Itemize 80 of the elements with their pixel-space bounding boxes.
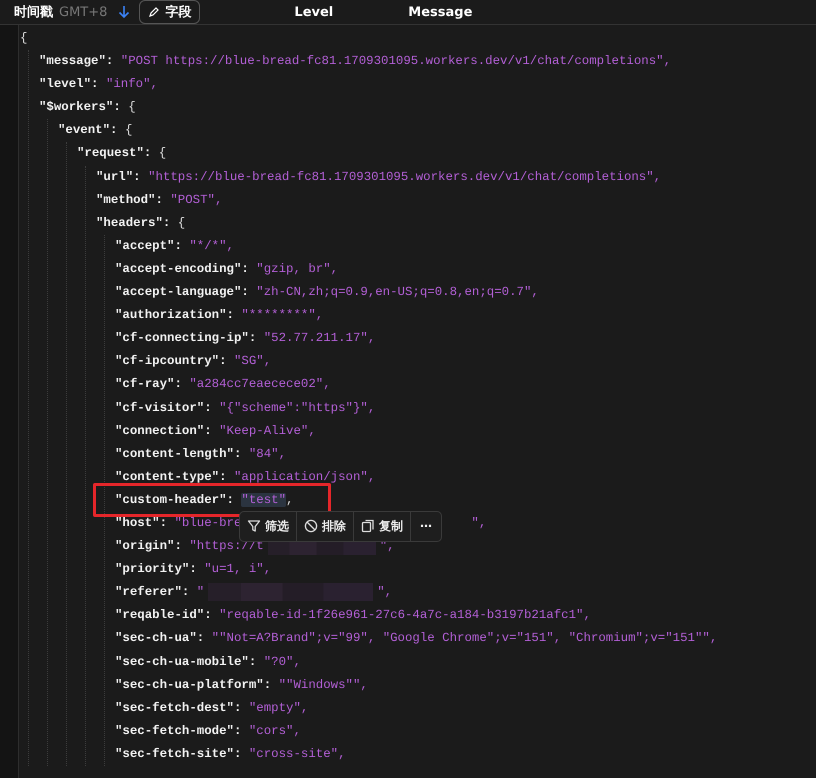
json-key: "sec-fetch-mode": <box>115 724 242 738</box>
json-brace: { <box>20 31 28 45</box>
json-key: "content-type": <box>115 470 227 484</box>
json-value[interactable]: "test" <box>241 492 286 507</box>
json-punctuation: , <box>286 492 294 507</box>
json-value[interactable]: "empty", <box>248 700 308 715</box>
sort-down-icon[interactable] <box>117 5 132 19</box>
json-value[interactable]: "84", <box>248 446 286 461</box>
pencil-icon <box>148 6 160 18</box>
json-key: "level": <box>39 77 98 92</box>
json-value[interactable]: ""Windows"", <box>278 678 368 692</box>
json-brace: { <box>128 100 136 114</box>
json-key: "event": <box>58 123 118 138</box>
json-key: "sec-ch-ua": <box>115 631 204 646</box>
json-value[interactable]: "********", <box>241 308 324 322</box>
timestamp-label: 时间戳 <box>14 4 53 21</box>
json-value[interactable]: "POST https://blue-bread-fc81.1709301095.workers.dev/v1/chat/completions", <box>120 54 672 68</box>
json-key: "connection": <box>115 424 212 438</box>
json-key: "cf-visitor": <box>115 400 212 414</box>
json-value[interactable]: "POST", <box>170 192 222 207</box>
json-key: "accept-encoding": <box>115 262 249 276</box>
json-value[interactable]: "SG", <box>234 354 272 368</box>
json-value[interactable]: "info", <box>106 77 158 92</box>
timezone-label: GMT+8 <box>59 4 108 20</box>
menu-item[interactable]: 排除 <box>297 512 354 541</box>
menu-item[interactable]: ⋯ <box>411 512 441 541</box>
json-key: "sec-ch-ua-platform": <box>115 678 272 692</box>
menu-item[interactable]: 筛选 <box>240 512 297 541</box>
json-value[interactable]: "*/*", <box>189 238 234 253</box>
json-key: "referer": <box>115 585 190 600</box>
json-value[interactable]: "a284cc7eaecece02", <box>189 377 331 392</box>
json-value[interactable]: ""Not=A?Brand";v="99", "Google Chrome";v="151", "Chromium";v="151"", <box>212 631 718 646</box>
json-key: "accept": <box>115 238 182 253</box>
json-punctuation: ", <box>377 585 392 600</box>
json-value[interactable]: "cors", <box>248 724 301 738</box>
ban-icon <box>304 519 318 534</box>
json-key: "authorization": <box>115 308 234 322</box>
json-value[interactable]: "https://t <box>189 539 264 554</box>
json-key: "url": <box>96 170 141 184</box>
json-key: "request": <box>77 146 152 160</box>
json-key: "priority": <box>115 562 197 576</box>
json-value[interactable]: "reqable-id-1f26e961-27c6-4a7c-a184-b3197b21afc1", <box>219 608 591 622</box>
json-brace: { <box>158 146 166 160</box>
menu-item[interactable]: 复制 <box>354 512 411 541</box>
json-value[interactable]: "52.77.211.17", <box>264 331 376 346</box>
column-header[interactable]: Message <box>408 4 472 20</box>
json-value[interactable]: " <box>196 585 204 600</box>
filter-icon <box>247 519 261 534</box>
json-key: "content-length": <box>115 446 242 461</box>
json-key: "cf-connecting-ip": <box>115 331 256 346</box>
json-key: "headers": <box>96 216 170 230</box>
column-header[interactable]: Level <box>294 4 334 20</box>
json-key: "method": <box>96 192 163 207</box>
json-key: "$workers": <box>39 100 121 114</box>
json-punctuation: ", <box>471 516 486 530</box>
json-key: "host": <box>115 516 168 530</box>
json-key: "accept-language": <box>115 285 249 300</box>
json-key: "cf-ipcountry": <box>115 354 227 368</box>
json-value[interactable]: "?0", <box>264 654 301 669</box>
json-key: "cf-ray": <box>115 377 182 392</box>
json-key: "sec-ch-ua-mobile": <box>115 654 256 669</box>
json-brace: { <box>124 123 132 138</box>
json-key: "custom-header": <box>115 492 234 507</box>
json-value[interactable]: "u=1, i", <box>204 562 272 576</box>
json-value[interactable]: "application/json", <box>234 470 376 484</box>
json-key: "sec-fetch-dest": <box>115 700 242 715</box>
json-value[interactable]: "Keep-Alive", <box>219 424 316 438</box>
json-value[interactable]: "cross-site", <box>248 746 346 761</box>
json-value[interactable]: "{"scheme":"https"}", <box>219 400 376 414</box>
json-value[interactable]: "gzip, br", <box>256 262 338 276</box>
json-key: "reqable-id": <box>115 608 212 622</box>
json-key: "message": <box>39 54 114 68</box>
json-value[interactable]: "blue-bre <box>174 516 242 530</box>
json-key: "sec-fetch-site": <box>115 746 242 761</box>
json-brace: { <box>178 216 186 230</box>
json-key: "origin": <box>115 539 182 554</box>
json-value[interactable]: "zh-CN,zh;q=0.9,en-US;q=0.8,en;q=0.7", <box>256 285 539 300</box>
copy-icon <box>361 519 375 534</box>
json-value[interactable]: "https://blue-bread-fc81.1709301095.workers.dev/v1/chat/completions", <box>148 170 662 184</box>
fields-button[interactable]: 字段 <box>139 0 200 24</box>
